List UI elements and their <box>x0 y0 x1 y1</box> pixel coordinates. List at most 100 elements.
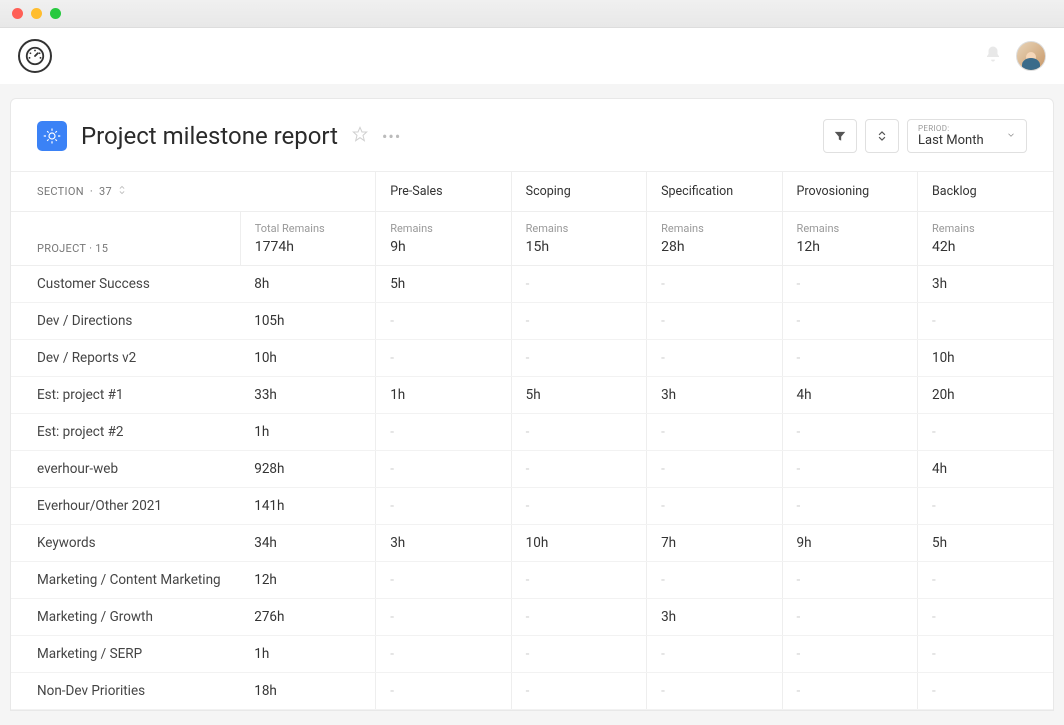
data-cell: 1h <box>376 377 511 414</box>
project-total-cell: 105h <box>240 303 375 340</box>
page-title: Project milestone report <box>81 122 338 150</box>
section-header-row: SECTION · 37 Pre-Sales Scoping Specifica… <box>11 172 1053 212</box>
data-cell: - <box>376 673 511 710</box>
table-row[interactable]: Dev / Directions105h----- <box>11 303 1053 340</box>
table-row[interactable]: Customer Success8h5h---3h <box>11 266 1053 303</box>
project-name-cell: Marketing / Content Marketing <box>11 562 240 599</box>
window-close-icon[interactable] <box>12 8 23 19</box>
data-cell: 20h <box>918 377 1054 414</box>
project-name-cell: everhour-web <box>11 451 240 488</box>
column-header[interactable]: Backlog <box>918 172 1054 212</box>
data-cell: - <box>511 303 646 340</box>
data-cell: - <box>782 636 917 673</box>
data-cell: - <box>918 414 1054 451</box>
data-cell: 5h <box>376 266 511 303</box>
project-name-cell: Dev / Reports v2 <box>11 340 240 377</box>
table-row[interactable]: Est: project #21h----- <box>11 414 1053 451</box>
data-cell: 3h <box>647 599 782 636</box>
project-name-cell: Dev / Directions <box>11 303 240 340</box>
data-cell: - <box>782 414 917 451</box>
column-header[interactable]: Provosioning <box>782 172 917 212</box>
sort-toggle-button[interactable] <box>865 119 899 153</box>
data-cell: - <box>376 488 511 525</box>
data-cell: - <box>918 303 1054 340</box>
data-cell: 3h <box>647 377 782 414</box>
more-menu-button[interactable]: ••• <box>382 127 401 146</box>
project-total-cell: 141h <box>240 488 375 525</box>
column-header[interactable]: Pre-Sales <box>376 172 511 212</box>
project-name-cell: Marketing / SERP <box>11 636 240 673</box>
period-select[interactable]: PERIOD: Last Month <box>907 119 1027 153</box>
data-cell: - <box>376 562 511 599</box>
data-cell: - <box>511 488 646 525</box>
report-header: Project milestone report ••• PERIOD: Las… <box>11 99 1053 171</box>
table-row[interactable]: Non-Dev Priorities18h----- <box>11 673 1053 710</box>
app-logo[interactable] <box>18 39 52 73</box>
app-top-bar <box>0 28 1064 84</box>
column-header[interactable]: Scoping <box>511 172 646 212</box>
data-cell: - <box>647 636 782 673</box>
filter-button[interactable] <box>823 119 857 153</box>
data-cell: - <box>918 488 1054 525</box>
project-total-cell: 276h <box>240 599 375 636</box>
notifications-icon[interactable] <box>984 45 1002 67</box>
total-remains-value: 1774h <box>255 239 294 255</box>
project-total-cell: 18h <box>240 673 375 710</box>
data-cell: - <box>511 673 646 710</box>
data-cell: - <box>782 303 917 340</box>
data-cell: - <box>647 414 782 451</box>
favorite-button[interactable] <box>352 126 368 146</box>
project-name-cell: Customer Success <box>11 266 240 303</box>
data-cell: 10h <box>511 525 646 562</box>
table-row[interactable]: Everhour/Other 2021141h----- <box>11 488 1053 525</box>
user-avatar[interactable] <box>1016 41 1046 71</box>
data-cell: - <box>647 340 782 377</box>
data-cell: - <box>918 562 1054 599</box>
section-count-header[interactable]: SECTION · 37 <box>37 185 361 198</box>
data-cell: - <box>782 340 917 377</box>
data-cell: - <box>918 636 1054 673</box>
data-cell: - <box>511 636 646 673</box>
data-cell: - <box>782 562 917 599</box>
gauge-icon <box>24 45 46 67</box>
project-name-cell: Est: project #2 <box>11 414 240 451</box>
table-row[interactable]: everhour-web928h----4h <box>11 451 1053 488</box>
window-maximize-icon[interactable] <box>50 8 61 19</box>
data-cell: - <box>376 636 511 673</box>
project-name-cell: Est: project #1 <box>11 377 240 414</box>
data-cell: - <box>511 414 646 451</box>
data-cell: 10h <box>918 340 1054 377</box>
table-row[interactable]: Keywords34h3h10h7h9h5h <box>11 525 1053 562</box>
report-card: Project milestone report ••• PERIOD: Las… <box>10 98 1054 711</box>
data-cell: 3h <box>918 266 1054 303</box>
data-cell: 4h <box>918 451 1054 488</box>
report-icon <box>37 121 67 151</box>
data-cell: - <box>918 599 1054 636</box>
data-cell: 5h <box>511 377 646 414</box>
data-cell: - <box>918 673 1054 710</box>
data-cell: - <box>782 266 917 303</box>
data-cell: 3h <box>376 525 511 562</box>
table-row[interactable]: Est: project #133h1h5h3h4h20h <box>11 377 1053 414</box>
star-icon <box>352 126 368 142</box>
table-row[interactable]: Dev / Reports v210h----10h <box>11 340 1053 377</box>
column-header[interactable]: Specification <box>647 172 782 212</box>
project-total-cell: 12h <box>240 562 375 599</box>
data-cell: - <box>376 599 511 636</box>
data-cell: - <box>782 673 917 710</box>
project-name-cell: Non-Dev Priorities <box>11 673 240 710</box>
data-cell: - <box>782 451 917 488</box>
data-cell: 5h <box>918 525 1054 562</box>
project-total-cell: 928h <box>240 451 375 488</box>
table-row[interactable]: Marketing / Content Marketing12h----- <box>11 562 1053 599</box>
project-name-cell: Marketing / Growth <box>11 599 240 636</box>
window-minimize-icon[interactable] <box>31 8 42 19</box>
sort-icon <box>118 185 126 198</box>
gear-star-icon <box>43 127 61 145</box>
project-total-cell: 10h <box>240 340 375 377</box>
data-cell: - <box>647 266 782 303</box>
table-row[interactable]: Marketing / SERP1h----- <box>11 636 1053 673</box>
browser-chrome <box>0 0 1064 28</box>
data-cell: - <box>647 451 782 488</box>
table-row[interactable]: Marketing / Growth276h--3h-- <box>11 599 1053 636</box>
